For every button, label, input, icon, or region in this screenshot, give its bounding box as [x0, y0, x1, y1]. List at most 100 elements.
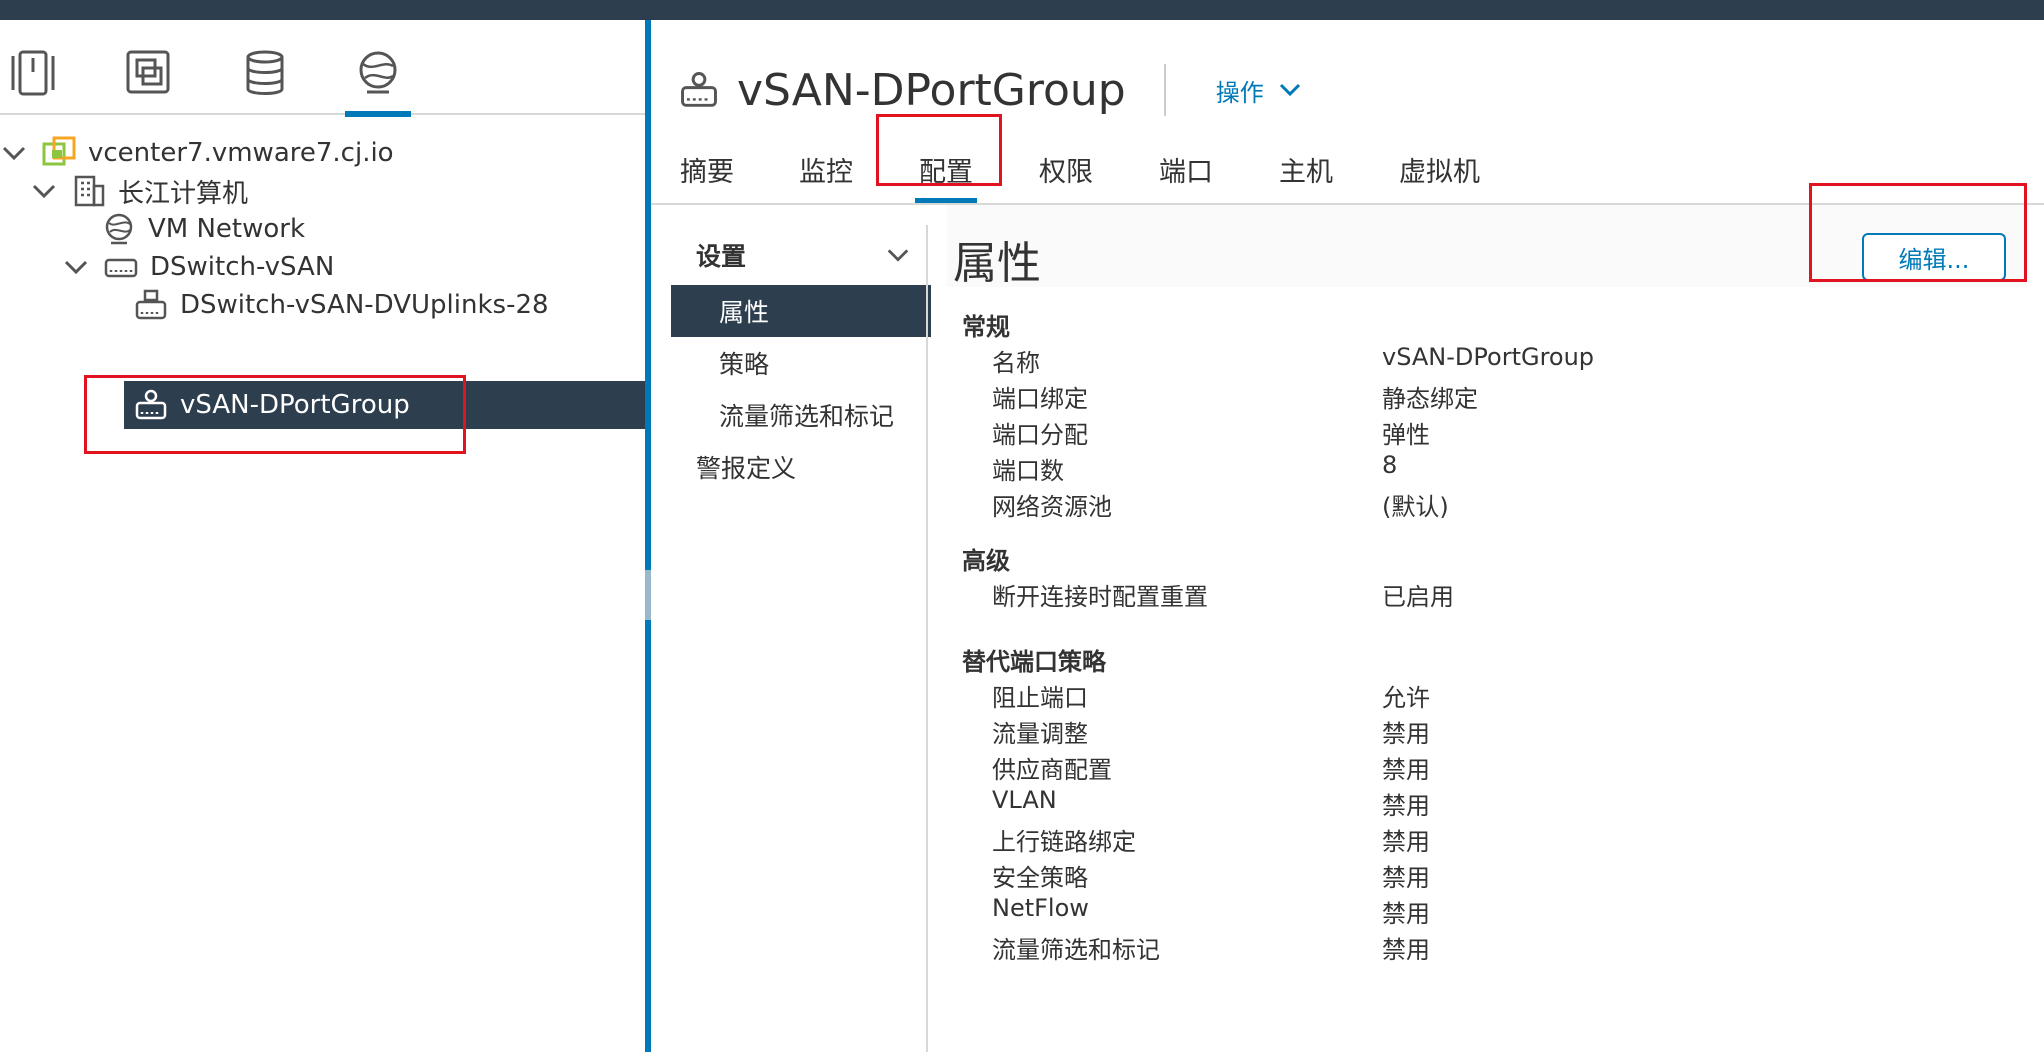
tree-item-label: DSwitch-vSAN [150, 252, 335, 282]
settings-subnav: 设置 属性 策略 流量筛选和标记 警报定义 [671, 225, 931, 493]
property-row: VLAN 禁用 [947, 786, 2027, 822]
vms-templates-tab[interactable] [116, 50, 182, 114]
property-row: 端口绑定 静态绑定 [947, 379, 2027, 415]
subnav-item-alarm-definitions[interactable]: 警报定义 [671, 441, 931, 493]
subnav-group-label: 设置 [696, 242, 747, 271]
property-row: NetFlow 禁用 [947, 894, 2027, 930]
property-label: 上行链路绑定 [992, 828, 1136, 856]
title-divider [1163, 64, 1166, 116]
edit-button[interactable]: 编辑... [1862, 233, 2006, 281]
chevron-down-icon[interactable] [62, 253, 90, 281]
property-value: 允许 [1382, 684, 1430, 712]
property-value: 弹性 [1382, 421, 1430, 449]
property-value: (默认) [1382, 493, 1449, 521]
section-title-override-policies: 替代端口策略 [962, 648, 1106, 676]
property-value: 8 [1382, 451, 1398, 479]
portgroup-icon [134, 388, 168, 422]
property-value: 禁用 [1382, 792, 1430, 820]
object-tabs: 摘要 监控 配置 权限 端口 主机 虚拟机 [651, 115, 2044, 205]
property-value: vSAN-DPortGroup [1382, 343, 1595, 371]
property-value: 禁用 [1382, 864, 1430, 892]
main-panel: vSAN-DPortGroup 操作 摘要 监控 配置 权限 端口 主机 虚拟机… [651, 20, 2044, 1052]
chevron-down-icon[interactable] [30, 177, 58, 205]
tab-monitor[interactable]: 监控 [799, 150, 853, 202]
vcenter-icon [42, 136, 76, 170]
content-title: 属性 [953, 238, 1041, 289]
page-title: vSAN-DPortGroup [737, 64, 1126, 116]
top-bar [0, 0, 2044, 20]
property-row: 上行链路绑定 禁用 [947, 822, 2027, 858]
property-value: 静态绑定 [1382, 385, 1478, 413]
section-title-general: 常规 [962, 313, 1010, 341]
subnav-item-policies[interactable]: 策略 [671, 337, 931, 389]
tab-configure[interactable]: 配置 [915, 150, 977, 203]
datacenter-icon [72, 174, 106, 208]
navigator-tabs [0, 20, 645, 117]
actions-label: 操作 [1215, 78, 1264, 107]
property-row: 流量筛选和标记 禁用 [947, 930, 2027, 966]
property-value: 禁用 [1382, 756, 1430, 784]
networking-tab[interactable] [345, 50, 411, 117]
property-value: 已启用 [1382, 583, 1454, 611]
property-row: 端口分配 弹性 [947, 415, 2027, 451]
vms-templates-icon [126, 50, 170, 94]
chevron-down-icon [1279, 83, 1300, 97]
hosts-clusters-icon [11, 50, 55, 96]
portgroup-icon [681, 72, 717, 107]
networking-icon [359, 51, 397, 94]
property-label: 流量筛选和标记 [992, 936, 1160, 964]
property-label: 端口绑定 [992, 385, 1088, 413]
property-label: 流量调整 [992, 720, 1088, 748]
property-label: 端口分配 [992, 421, 1088, 449]
property-label: 阻止端口 [992, 684, 1088, 712]
tab-permissions[interactable]: 权限 [1039, 150, 1093, 202]
hosts-clusters-tab[interactable] [0, 50, 66, 114]
property-row: 网络资源池 (默认) [947, 487, 2027, 523]
property-row: 供应商配置 禁用 [947, 750, 2027, 786]
property-label: 网络资源池 [992, 493, 1112, 521]
property-row: 名称 vSAN-DPortGroup [947, 343, 2027, 379]
properties-body: 常规 名称 vSAN-DPortGroup 端口绑定 静态绑定 端口分配 弹性 … [947, 287, 2027, 1052]
property-row: 阻止端口 允许 [947, 678, 2027, 714]
property-value: 禁用 [1382, 720, 1430, 748]
network-icon [102, 212, 136, 246]
property-value: 禁用 [1382, 900, 1430, 928]
property-label: 端口数 [992, 457, 1064, 485]
property-label: VLAN [992, 786, 1057, 814]
uplink-portgroup-icon [134, 288, 168, 322]
property-row: 流量调整 禁用 [947, 714, 2027, 750]
actions-menu[interactable]: 操作 [1216, 73, 1304, 108]
property-label: 名称 [992, 349, 1040, 377]
property-label: 供应商配置 [992, 756, 1112, 784]
tree-item-label: 长江计算机 [118, 178, 249, 209]
subnav-group-settings[interactable]: 设置 [671, 225, 931, 285]
subnav-item-traffic-filtering[interactable]: 流量筛选和标记 [671, 389, 931, 441]
tab-hosts[interactable]: 主机 [1279, 150, 1333, 202]
property-row: 断开连接时配置重置 已启用 [947, 577, 2027, 613]
tree-item-uplinks[interactable]: DSwitch-vSAN-DVUplinks-28 [134, 281, 549, 329]
dswitch-icon [104, 250, 138, 284]
section-title-advanced: 高级 [962, 547, 1010, 575]
property-row: 端口数 8 [947, 451, 2027, 487]
tab-ports[interactable]: 端口 [1159, 150, 1213, 202]
tree-item-label: vcenter7.vmware7.cj.io [88, 138, 394, 168]
chevron-down-icon [887, 249, 909, 262]
inventory-navigator: vcenter7.vmware7.cj.io 长江计算机 VM Network [0, 20, 645, 1052]
chevron-down-icon[interactable] [0, 139, 28, 167]
property-label: 断开连接时配置重置 [992, 583, 1208, 611]
tab-vms[interactable]: 虚拟机 [1399, 150, 1480, 202]
tab-summary[interactable]: 摘要 [680, 150, 734, 202]
property-row: 安全策略 禁用 [947, 858, 2027, 894]
subnav-divider [926, 225, 928, 1052]
property-label: NetFlow [992, 894, 1089, 922]
property-label: 安全策略 [992, 864, 1088, 892]
storage-tab[interactable] [232, 50, 298, 114]
property-value: 禁用 [1382, 936, 1430, 964]
properties-panel: 属性 编辑... 常规 名称 vSAN-DPortGroup 端口绑定 静态绑定… [947, 205, 2027, 1052]
subnav-item-properties[interactable]: 属性 [671, 285, 931, 337]
property-value: 禁用 [1382, 828, 1430, 856]
tree-item-label: DSwitch-vSAN-DVUplinks-28 [180, 290, 549, 320]
storage-icon [246, 50, 284, 95]
tree-item-label: VM Network [148, 214, 306, 244]
tree-item-portgroup[interactable]: vSAN-DPortGroup [124, 381, 645, 429]
